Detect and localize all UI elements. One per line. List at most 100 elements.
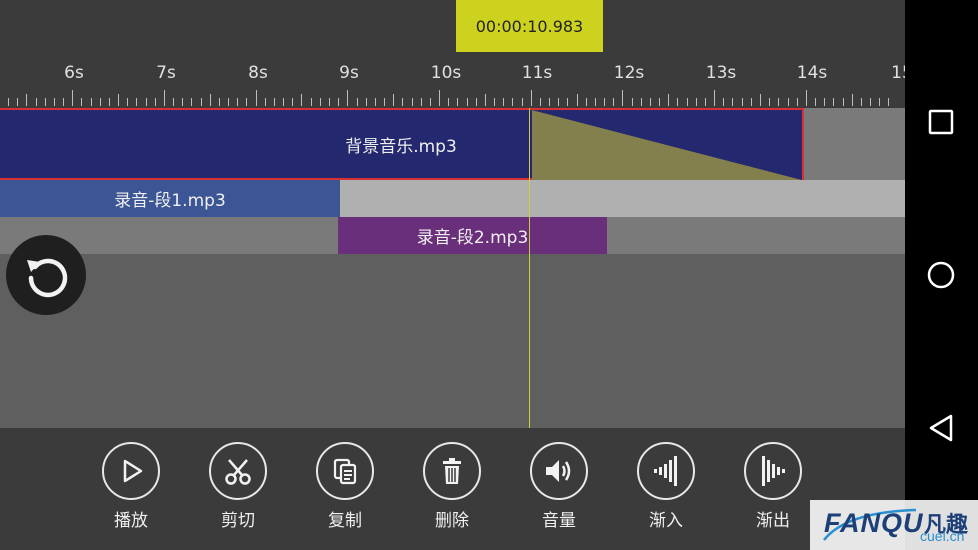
copy-button[interactable]: 复制 — [305, 442, 385, 531]
clip-recording-1[interactable]: 录音-段1.mp3 — [0, 180, 340, 217]
undo-icon — [27, 258, 68, 298]
recents-button[interactable] — [923, 104, 959, 140]
track-lane-recording-2: 录音-段2.mp3 — [0, 217, 905, 254]
ruler-tick — [393, 94, 395, 106]
ruler-tick — [329, 98, 330, 106]
ruler-tick — [218, 98, 220, 106]
ruler-tick — [374, 98, 376, 106]
bottom-toolbar: 播放 剪切 复制 删除 音量 渐入 渐出 — [0, 428, 905, 550]
ruler-tick — [301, 94, 303, 106]
ruler-tick — [851, 94, 853, 106]
ruler-tick — [870, 98, 871, 106]
ruler-tick — [787, 98, 789, 106]
clip-background-music[interactable]: 背景音乐.mp3 — [0, 108, 804, 180]
ruler-tick — [292, 98, 294, 106]
fade-in-button[interactable]: 渐入 — [626, 442, 706, 531]
ruler-label: 7s — [156, 63, 176, 83]
ruler-tick — [695, 98, 697, 106]
ruler-tick — [35, 98, 37, 106]
time-ruler[interactable]: 6s 7s 8s 9s 10s 11s 12s 13s 14s 15 — [0, 58, 905, 108]
ruler-tick — [466, 98, 468, 106]
ruler-tick — [512, 98, 514, 106]
ruler-tick — [108, 98, 110, 106]
ruler-label: 6s — [64, 63, 84, 83]
ruler-tick — [402, 98, 404, 106]
ruler-tick — [760, 94, 761, 106]
ruler-tick — [200, 98, 202, 106]
ruler-tick — [127, 98, 129, 106]
ruler-tick — [888, 98, 890, 106]
ruler-tick — [530, 90, 532, 106]
ruler-tick — [778, 98, 780, 106]
ruler-tick — [118, 94, 120, 106]
ruler-tick — [246, 98, 248, 106]
cut-button[interactable]: 剪切 — [198, 442, 278, 531]
undo-button[interactable] — [6, 235, 86, 315]
ruler-tick — [640, 98, 642, 106]
ruler-tick — [283, 98, 285, 106]
ruler-label: 8s — [248, 63, 268, 83]
delete-label: 删除 — [435, 511, 469, 531]
fade-out-envelope[interactable] — [532, 110, 802, 180]
ruler-tick — [429, 98, 431, 106]
ruler-tick — [338, 98, 340, 106]
volume-label: 音量 — [542, 511, 576, 531]
ruler-tick — [72, 90, 74, 106]
playhead-line[interactable] — [529, 108, 530, 428]
ruler-tick — [163, 90, 165, 106]
ruler-tick — [420, 98, 422, 106]
timeline-area[interactable]: 背景音乐.mp3 录音-段1.mp3 录音-段2.mp3 — [0, 108, 905, 428]
ruler-tick — [17, 98, 19, 106]
ruler-tick — [484, 94, 486, 106]
clip-label: 背景音乐.mp3 — [345, 136, 457, 157]
ruler-tick — [44, 98, 46, 106]
ruler-tick — [723, 98, 725, 106]
ruler-tick — [558, 98, 560, 106]
ruler-tick — [384, 98, 385, 106]
ruler-tick — [209, 94, 211, 106]
ruler-tick — [356, 98, 358, 106]
ruler-tick — [411, 98, 413, 106]
ruler-tick — [264, 98, 266, 106]
home-button[interactable] — [923, 257, 959, 293]
ruler-tick — [769, 98, 771, 106]
ruler-tick — [842, 98, 844, 106]
ruler-tick — [145, 98, 147, 106]
ruler-tick — [576, 94, 578, 106]
ruler-tick — [8, 98, 9, 106]
ruler-tick — [347, 90, 349, 106]
watermark-logo: FANQU 凡趣 cuel.cn — [810, 500, 978, 550]
ruler-tick — [815, 98, 816, 106]
ruler-tick — [319, 98, 321, 106]
ruler-tick — [604, 98, 606, 106]
fade-in-icon — [637, 442, 695, 500]
circle-icon — [927, 261, 955, 289]
square-icon — [928, 109, 954, 135]
ruler-tick — [622, 90, 624, 106]
clip-recording-2[interactable]: 录音-段2.mp3 — [338, 217, 607, 254]
ruler-tick — [686, 98, 688, 106]
ruler-tick — [310, 98, 312, 106]
ruler-label: 13s — [705, 63, 737, 83]
ruler-tick — [750, 98, 752, 106]
ruler-tick — [796, 98, 798, 106]
ruler-label: 12s — [613, 63, 645, 83]
copy-label: 复制 — [328, 511, 362, 531]
back-button[interactable] — [923, 410, 959, 446]
volume-icon — [530, 442, 588, 500]
ruler-tick — [173, 98, 175, 106]
ruler-label: 9s — [339, 63, 359, 83]
ruler-tick — [567, 98, 569, 106]
cut-label: 剪切 — [221, 511, 255, 531]
ruler-tick — [833, 98, 835, 106]
ruler-label: 14s — [796, 63, 828, 83]
ruler-tick — [494, 98, 495, 106]
ruler-tick — [714, 90, 716, 106]
play-button[interactable]: 播放 — [91, 442, 171, 531]
ruler-label: 15 — [891, 63, 905, 83]
fade-out-button[interactable]: 渐出 — [733, 442, 813, 531]
watermark-brand: FANQU — [824, 508, 924, 538]
volume-button[interactable]: 音量 — [519, 442, 599, 531]
ruler-tick — [549, 98, 550, 106]
delete-button[interactable]: 删除 — [412, 442, 492, 531]
